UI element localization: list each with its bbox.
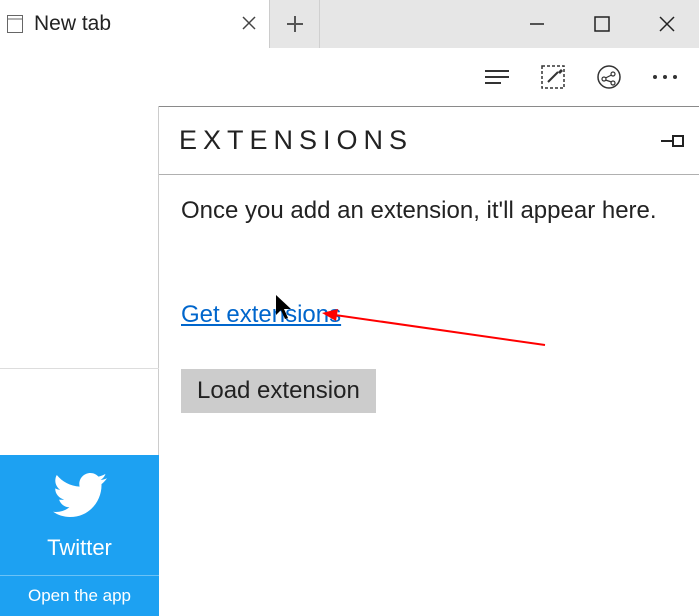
tab-close-button[interactable]: [229, 13, 269, 36]
reading-view-icon[interactable]: [483, 63, 511, 91]
extensions-header: EXTENSIONS: [159, 107, 699, 175]
extensions-empty-text: Once you add an extension, it'll appear …: [181, 197, 677, 225]
pin-pane-button[interactable]: [649, 132, 699, 150]
twitter-tile[interactable]: Twitter Open the app: [0, 455, 159, 616]
close-window-button[interactable]: [634, 0, 699, 48]
tile-label: Twitter: [0, 527, 159, 575]
window-controls: [504, 0, 699, 48]
tab-strip: New tab: [0, 0, 320, 48]
open-app-link[interactable]: Open the app: [0, 575, 159, 616]
twitter-icon: [0, 455, 159, 527]
extensions-pane: EXTENSIONS Once you add an extension, it…: [159, 106, 699, 616]
load-extension-button[interactable]: Load extension: [181, 369, 376, 413]
web-note-icon[interactable]: [539, 63, 567, 91]
blank-page-icon: [6, 15, 24, 33]
tab-title: New tab: [34, 12, 229, 36]
new-tab-button[interactable]: [270, 0, 320, 48]
minimize-button[interactable]: [504, 0, 569, 48]
title-bar-spacer: [320, 0, 504, 48]
extensions-body: Once you add an extension, it'll appear …: [159, 175, 699, 435]
title-bar: New tab: [0, 0, 699, 48]
start-page-sidebar: Twitter Open the app: [0, 106, 159, 616]
extensions-heading: EXTENSIONS: [179, 125, 649, 156]
sidebar-divider: [0, 368, 159, 369]
more-icon[interactable]: [651, 63, 679, 91]
share-icon[interactable]: [595, 63, 623, 91]
toolbar: [0, 48, 699, 106]
browser-tab[interactable]: New tab: [0, 0, 270, 48]
get-extensions-link[interactable]: Get extensions: [181, 301, 341, 329]
maximize-button[interactable]: [569, 0, 634, 48]
